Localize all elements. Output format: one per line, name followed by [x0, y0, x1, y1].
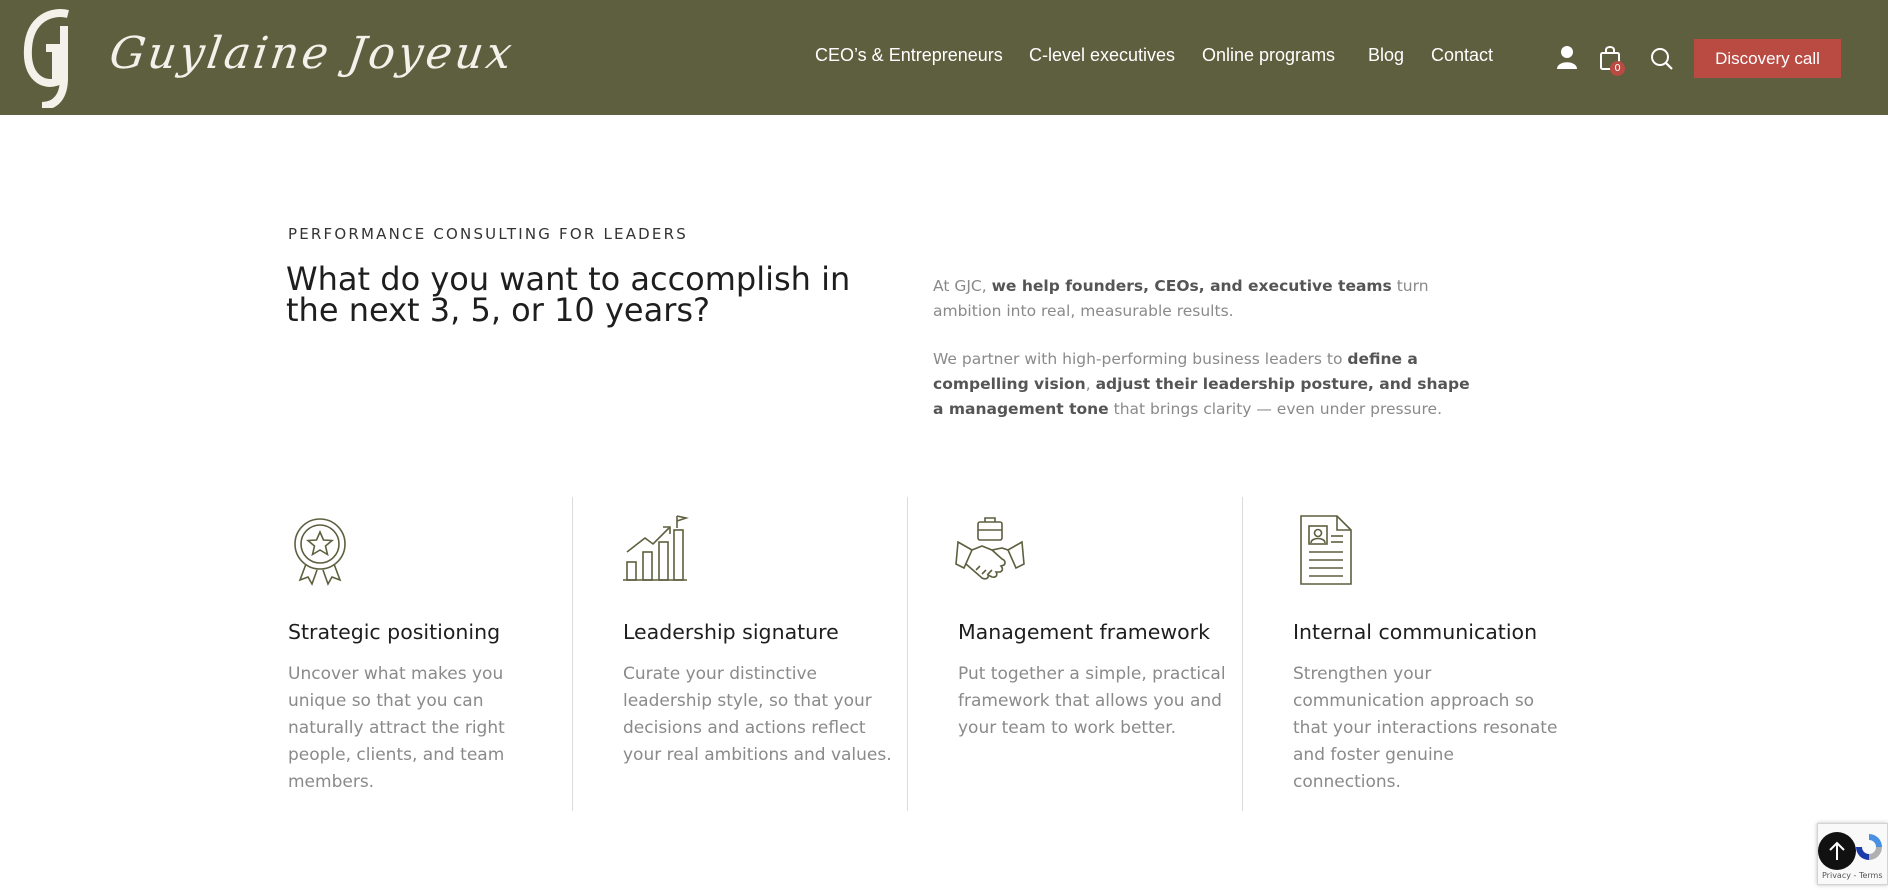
column-divider — [907, 497, 908, 811]
document-profile-icon — [1300, 515, 1352, 585]
intro-p1-emphasis: we help founders, CEOs, and executive te… — [991, 277, 1392, 295]
scroll-to-top-button[interactable] — [1818, 832, 1856, 870]
search-icon[interactable] — [1650, 47, 1674, 71]
feature-description: Curate your distinctive leadership style… — [623, 664, 892, 765]
column-divider — [1242, 497, 1243, 811]
feature-title: Internal communication — [1293, 620, 1538, 644]
nav-item-ceos-entrepreneurs[interactable]: CEO’s & Entrepreneurs — [815, 45, 1003, 66]
feature-title: Leadership signature — [623, 620, 839, 644]
logo-mark-icon[interactable] — [22, 8, 86, 108]
arrow-up-icon — [1829, 841, 1845, 860]
intro-p2-text: We partner with high-performing business… — [933, 350, 1348, 368]
intro-p1-text: At GJC, — [933, 277, 992, 295]
feature-description: Uncover what makes you unique so that yo… — [288, 664, 505, 792]
intro-paragraph-1: At GJC, we help founders, CEOs, and exec… — [933, 274, 1473, 324]
brand-name[interactable]: Guylaine Joyeux — [106, 28, 517, 79]
column-divider — [572, 497, 573, 811]
intro-p2-text-end: that brings clarity — even under pressur… — [1108, 400, 1443, 418]
recaptcha-logo-icon — [1856, 834, 1882, 860]
nav-item-c-level-executives[interactable]: C-level executives — [1029, 45, 1175, 66]
cart-count-badge: 0 — [1610, 61, 1625, 76]
feature-description: Put together a simple, practical framewo… — [958, 664, 1226, 738]
growth-chart-icon — [623, 515, 689, 581]
section-eyebrow: PERFORMANCE CONSULTING FOR LEADERS — [288, 225, 688, 243]
site-header: Guylaine Joyeux CEO’s & Entrepreneurs C-… — [0, 0, 1888, 115]
recaptcha-links[interactable]: Privacy - Terms — [1822, 871, 1883, 880]
nav-item-online-programs[interactable]: Online programs — [1202, 45, 1335, 66]
nav-item-blog[interactable]: Blog — [1368, 45, 1404, 66]
feature-description: Strengthen your communication approach s… — [1293, 664, 1558, 792]
nav-item-contact[interactable]: Contact — [1431, 45, 1493, 66]
discovery-call-button[interactable]: Discovery call — [1694, 39, 1841, 78]
intro-p2-separator: , — [1085, 375, 1096, 393]
handshake-icon — [955, 517, 1025, 580]
page-headline: What do you want to accomplish in the ne… — [286, 260, 851, 329]
feature-title: Strategic positioning — [288, 620, 501, 644]
award-ribbon-icon — [294, 518, 346, 586]
feature-title: Management framework — [958, 620, 1210, 644]
user-icon[interactable] — [1556, 45, 1578, 69]
intro-paragraph-2: We partner with high-performing business… — [933, 347, 1473, 422]
